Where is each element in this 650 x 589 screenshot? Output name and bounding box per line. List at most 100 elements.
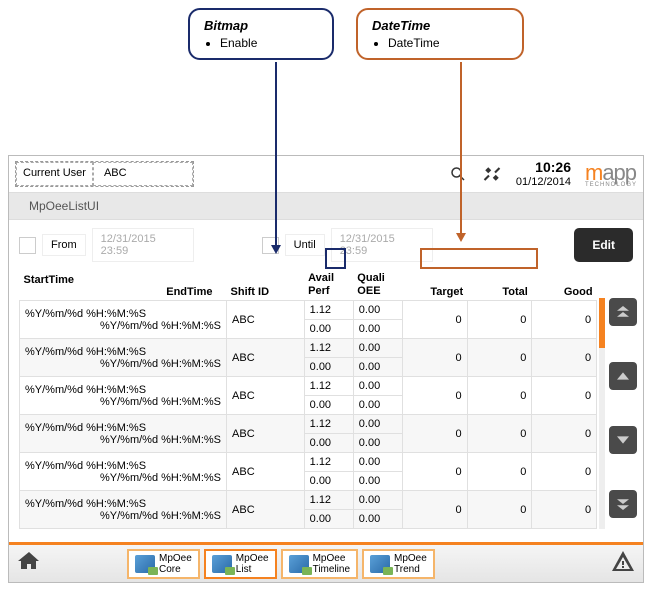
from-input[interactable]: 12/31/2015 23:59 bbox=[92, 228, 194, 262]
callout-title: DateTime bbox=[372, 18, 508, 33]
tab-label: MpOeeCore bbox=[159, 553, 192, 575]
warning-icon[interactable] bbox=[611, 549, 635, 579]
scroll-thumb[interactable] bbox=[599, 298, 605, 348]
cell-target: 0 bbox=[402, 415, 467, 453]
cell-perf: 0.00 bbox=[304, 320, 353, 339]
nav-buttons bbox=[609, 270, 637, 529]
cell-shift: ABC bbox=[227, 453, 305, 491]
until-input[interactable]: 12/31/2015 23:59 bbox=[331, 228, 433, 262]
cell-target: 0 bbox=[402, 453, 467, 491]
tab-icon bbox=[289, 555, 309, 573]
cell-target: 0 bbox=[402, 301, 467, 339]
table-area: StartTime EndTime Shift ID Avail Perf Qu… bbox=[9, 270, 643, 529]
cell-time: %Y/%m/%d %H:%M:%S%Y/%m/%d %H:%M:%S bbox=[20, 377, 227, 415]
cell-target: 0 bbox=[402, 377, 467, 415]
cell-avail: 1.12 bbox=[304, 339, 353, 358]
cell-total: 0 bbox=[467, 339, 532, 377]
cell-avail: 1.12 bbox=[304, 453, 353, 472]
cell-quali: 0.00 bbox=[353, 339, 402, 358]
tab-icon bbox=[212, 555, 232, 573]
cell-shift: ABC bbox=[227, 301, 305, 339]
cell-avail: 1.12 bbox=[304, 491, 353, 510]
home-icon[interactable] bbox=[17, 549, 41, 579]
cell-time: %Y/%m/%d %H:%M:%S%Y/%m/%d %H:%M:%S bbox=[20, 415, 227, 453]
th-avail-perf: Avail Perf bbox=[304, 270, 353, 301]
callout-bitmap: Bitmap Enable bbox=[188, 8, 334, 60]
th-quali-oee: Quali OEE bbox=[353, 270, 402, 301]
tab-core[interactable]: MpOeeCore bbox=[127, 549, 200, 579]
th-shiftid: Shift ID bbox=[227, 270, 305, 301]
cell-oee: 0.00 bbox=[353, 358, 402, 377]
cell-shift: ABC bbox=[227, 377, 305, 415]
cell-time: %Y/%m/%d %H:%M:%S%Y/%m/%d %H:%M:%S bbox=[20, 339, 227, 377]
cell-oee: 0.00 bbox=[353, 510, 402, 529]
tab-label: MpOeeList bbox=[236, 553, 269, 575]
bottom-bar: MpOeeCore MpOeeList MpOeeTimeline MpOeeTren… bbox=[9, 542, 643, 582]
clock-time: 10:26 bbox=[516, 159, 571, 176]
clock-date: 01/12/2014 bbox=[516, 176, 571, 189]
cell-quali: 0.00 bbox=[353, 377, 402, 396]
cell-good: 0 bbox=[532, 491, 597, 529]
cell-quali: 0.00 bbox=[353, 415, 402, 434]
cell-total: 0 bbox=[467, 491, 532, 529]
cell-good: 0 bbox=[532, 377, 597, 415]
th-starttime: StartTime EndTime bbox=[20, 270, 227, 301]
tab-trend[interactable]: MpOeeTrend bbox=[362, 549, 435, 579]
cell-avail: 1.12 bbox=[304, 377, 353, 396]
callout-title: Bitmap bbox=[204, 18, 318, 33]
tab-icon bbox=[370, 555, 390, 573]
from-label: From bbox=[42, 234, 86, 256]
cell-oee: 0.00 bbox=[353, 472, 402, 491]
cell-perf: 0.00 bbox=[304, 358, 353, 377]
current-user-label: Current User bbox=[16, 162, 93, 186]
cell-good: 0 bbox=[532, 415, 597, 453]
th-target: Target bbox=[402, 270, 467, 301]
cell-perf: 0.00 bbox=[304, 396, 353, 415]
cell-target: 0 bbox=[402, 339, 467, 377]
tab-timeline[interactable]: MpOeeTimeline bbox=[281, 549, 358, 579]
filter-row: From 12/31/2015 23:59 Until 12/31/2015 2… bbox=[9, 220, 643, 270]
cell-quali: 0.00 bbox=[353, 301, 402, 320]
cell-oee: 0.00 bbox=[353, 434, 402, 453]
edit-button[interactable]: Edit bbox=[574, 228, 633, 262]
until-label: Until bbox=[285, 234, 325, 256]
cell-oee: 0.00 bbox=[353, 320, 402, 339]
cell-total: 0 bbox=[467, 415, 532, 453]
callout-item: DateTime bbox=[388, 36, 508, 50]
page-title: MpOeeListUI bbox=[9, 192, 643, 220]
cell-perf: 0.00 bbox=[304, 472, 353, 491]
current-user-box: Current User ABC bbox=[15, 161, 194, 187]
cell-time: %Y/%m/%d %H:%M:%S%Y/%m/%d %H:%M:%S bbox=[20, 301, 227, 339]
page-down-fast-button[interactable] bbox=[609, 490, 637, 518]
tab-list[interactable]: MpOeeList bbox=[204, 549, 277, 579]
page-up-fast-button[interactable] bbox=[609, 298, 637, 326]
callout-item: Enable bbox=[220, 36, 318, 50]
cell-target: 0 bbox=[402, 491, 467, 529]
tab-label: MpOeeTrend bbox=[394, 553, 427, 575]
cell-quali: 0.00 bbox=[353, 453, 402, 472]
cell-avail: 1.12 bbox=[304, 301, 353, 320]
th-good: Good bbox=[532, 270, 597, 301]
search-icon[interactable] bbox=[448, 164, 468, 184]
page-up-button[interactable] bbox=[609, 362, 637, 390]
arrow-datetime bbox=[460, 62, 462, 234]
tab-label: MpOeeTimeline bbox=[313, 553, 350, 575]
cell-shift: ABC bbox=[227, 339, 305, 377]
scroll-indicator bbox=[599, 298, 605, 529]
oee-table: StartTime EndTime Shift ID Avail Perf Qu… bbox=[19, 270, 597, 529]
arrow-bitmap bbox=[275, 62, 277, 246]
cell-perf: 0.00 bbox=[304, 434, 353, 453]
app-frame: Current User ABC 10:26 01/12/2014 mapp T… bbox=[8, 155, 644, 583]
callout-datetime: DateTime DateTime bbox=[356, 8, 524, 60]
cell-shift: ABC bbox=[227, 491, 305, 529]
tools-icon[interactable] bbox=[482, 164, 502, 184]
cell-perf: 0.00 bbox=[304, 510, 353, 529]
cell-shift: ABC bbox=[227, 415, 305, 453]
page-down-button[interactable] bbox=[609, 426, 637, 454]
cell-good: 0 bbox=[532, 339, 597, 377]
current-user-value[interactable]: ABC bbox=[93, 162, 193, 186]
cell-avail: 1.12 bbox=[304, 415, 353, 434]
cell-oee: 0.00 bbox=[353, 396, 402, 415]
logo: mapp TECHNOLOGY bbox=[585, 160, 637, 188]
from-checkbox[interactable] bbox=[19, 237, 36, 254]
